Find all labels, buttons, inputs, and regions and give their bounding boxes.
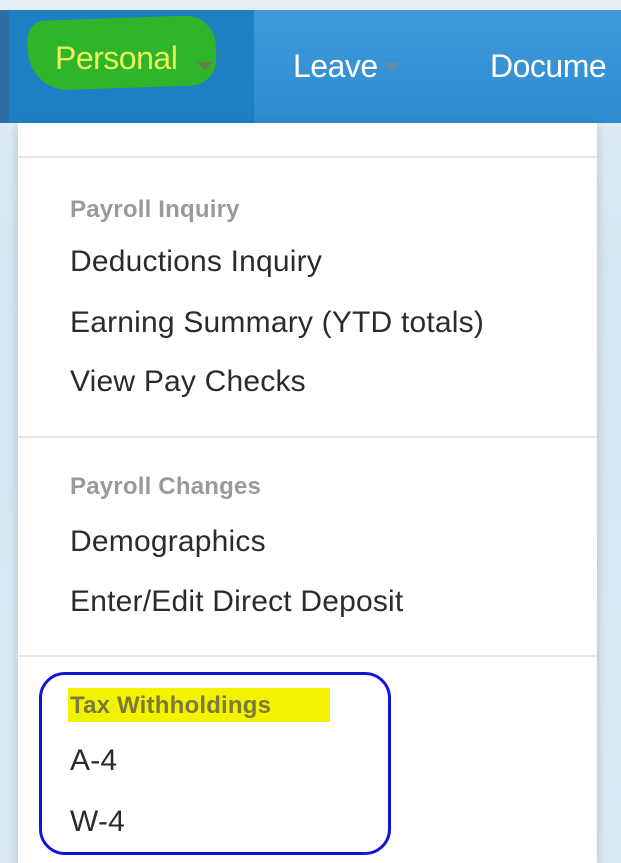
navbar-edge bbox=[0, 10, 9, 123]
nav-documents-label[interactable]: Docume bbox=[490, 48, 607, 85]
nav-leave-label[interactable]: Leave bbox=[293, 48, 378, 85]
menu-item-demographics[interactable]: Demographics bbox=[70, 525, 266, 559]
section-header-payroll-changes: Payroll Changes bbox=[70, 473, 262, 500]
menu-item-view-pay-checks[interactable]: View Pay Checks bbox=[70, 365, 306, 399]
blue-outline-annotation bbox=[39, 672, 391, 855]
menu-item-earning-summary[interactable]: Earning Summary (YTD totals) bbox=[70, 306, 484, 340]
menu-divider bbox=[18, 655, 597, 657]
nav-documents[interactable]: Docume bbox=[490, 10, 607, 123]
chevron-down-icon bbox=[197, 62, 213, 70]
nav-personal-label[interactable]: Personal bbox=[55, 40, 178, 77]
chevron-down-icon bbox=[383, 62, 400, 71]
menu-item-direct-deposit[interactable]: Enter/Edit Direct Deposit bbox=[70, 585, 403, 619]
section-header-payroll-inquiry: Payroll Inquiry bbox=[70, 196, 240, 223]
top-band bbox=[0, 0, 621, 10]
menu-item-deductions-inquiry[interactable]: Deductions Inquiry bbox=[70, 245, 322, 279]
menu-divider bbox=[18, 436, 597, 438]
menu-divider bbox=[18, 156, 597, 158]
nav-leave[interactable]: Leave bbox=[293, 10, 400, 123]
